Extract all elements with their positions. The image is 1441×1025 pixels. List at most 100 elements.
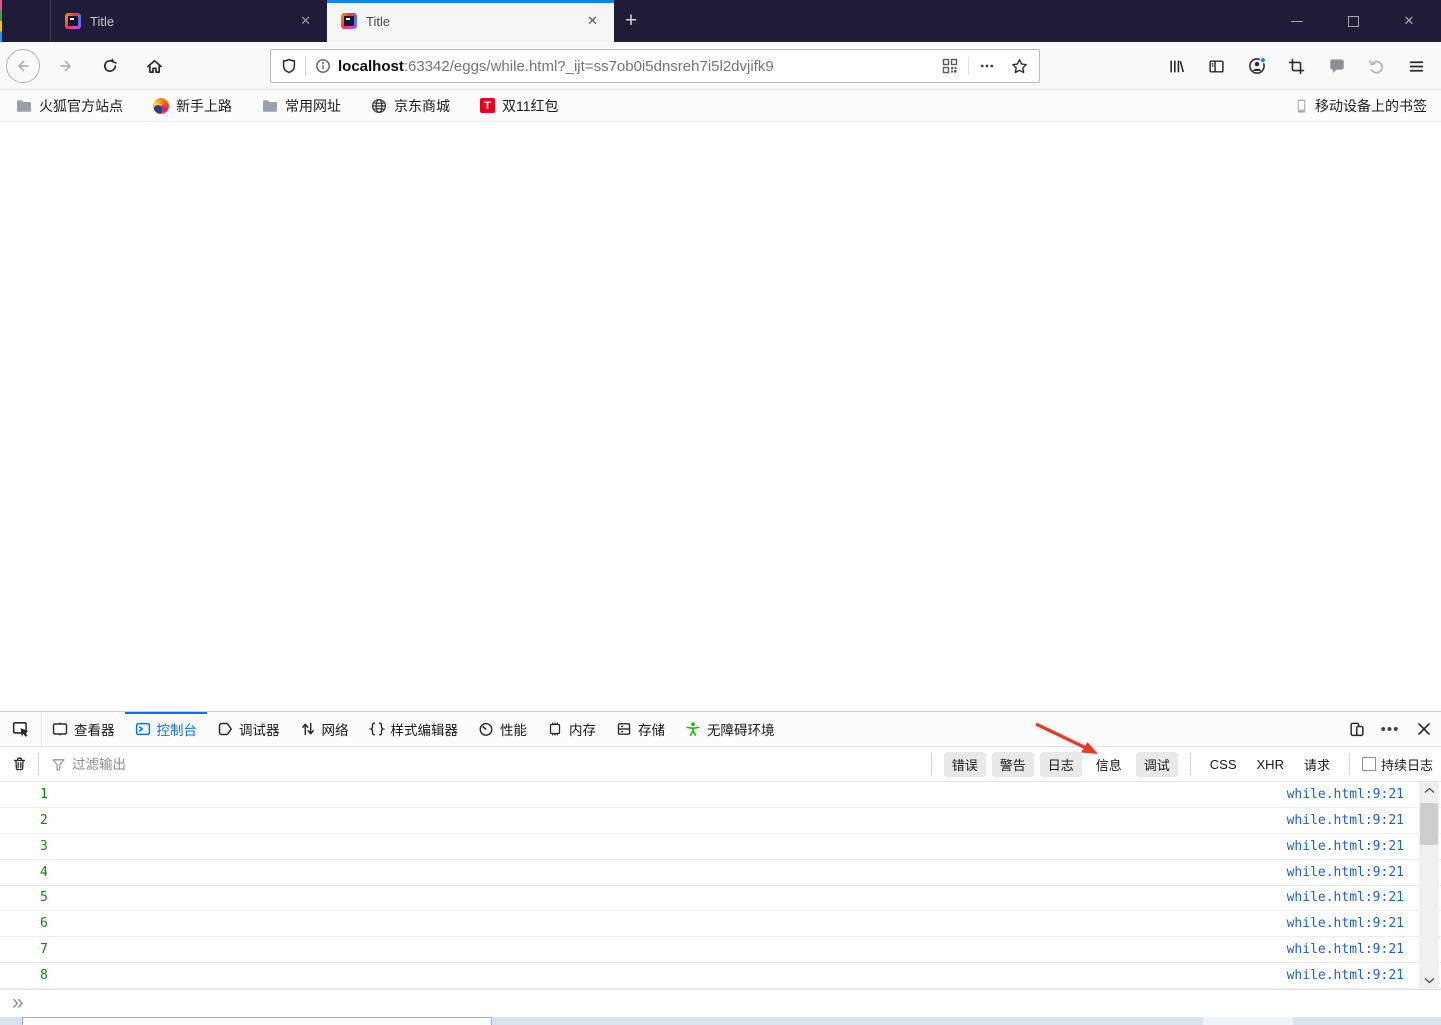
clear-console-button[interactable]	[0, 747, 38, 781]
undo-extension-button[interactable]	[1360, 48, 1393, 84]
devtools-tab-console[interactable]: 控制台	[124, 712, 208, 746]
console-icon	[135, 722, 150, 736]
filter-toggle-group: 错误 警告 日志 信息 调试 CSS XHR 请求 持续日志	[925, 751, 1441, 777]
library-button[interactable]	[1160, 48, 1193, 84]
menu-button[interactable]	[1400, 48, 1433, 84]
filter-toggle-info[interactable]: 信息	[1088, 752, 1130, 777]
filter-toggle-xhr[interactable]: XHR	[1250, 754, 1291, 775]
devtools-menu-button[interactable]: •••	[1373, 712, 1407, 746]
tab-close-icon[interactable]: ✕	[294, 11, 317, 31]
back-button[interactable]	[6, 49, 40, 83]
url-path: :63342/eggs/while.html?_ijt=ss7ob0i5dnsr…	[403, 57, 774, 75]
browser-tab-1[interactable]: Title ✕	[50, 0, 327, 42]
tab-title: Title	[366, 13, 391, 29]
forward-button[interactable]	[48, 48, 84, 84]
persist-logs-checkbox[interactable]	[1361, 757, 1376, 771]
tab-strip: Title ✕ Title ✕ +	[50, 0, 648, 42]
devtools-tab-label: 无障碍环境	[707, 723, 775, 738]
log-source-link[interactable]: while.html:9:21	[1287, 813, 1404, 828]
group-separator	[1348, 753, 1350, 775]
scrollbar-thumb[interactable]	[1420, 803, 1438, 845]
scroll-down-icon[interactable]	[1419, 972, 1439, 989]
console-log-row: 3 while.html:9:21	[0, 834, 1441, 860]
inspector-icon	[52, 722, 68, 736]
filterbar-separator	[38, 753, 39, 775]
crop-icon	[1288, 58, 1305, 74]
bookmark-label: 双11红包	[502, 97, 559, 114]
close-window-button[interactable]: ✕	[1381, 0, 1437, 42]
account-button[interactable]	[1240, 48, 1273, 84]
bookmark-shuang11[interactable]: T 双11红包	[478, 93, 561, 119]
log-source-link[interactable]: while.html:9:21	[1287, 865, 1404, 880]
devtools-tab-memory[interactable]: 内存	[537, 712, 606, 746]
filter-toggle-debug[interactable]: 调试	[1135, 751, 1178, 777]
browser-tab-2-active[interactable]: Title ✕	[327, 0, 614, 42]
responsive-design-icon	[1349, 722, 1364, 736]
console-input-row[interactable]: »	[0, 989, 1441, 1017]
filter-toggle-errors[interactable]: 错误	[943, 751, 986, 777]
log-source-link[interactable]: while.html:9:21	[1287, 839, 1404, 854]
log-source-link[interactable]: while.html:9:21	[1287, 968, 1404, 983]
log-value: 6	[40, 916, 48, 932]
persist-logs-control[interactable]: 持续日志	[1361, 755, 1433, 774]
storage-drawer-icon	[617, 723, 631, 735]
devtools-tab-label: 内存	[569, 723, 596, 738]
devtools-tab-label: 样式编辑器	[390, 723, 459, 738]
sidebars-button[interactable]	[1200, 48, 1233, 84]
bookmark-folder-changyong[interactable]: 常用网址	[260, 93, 343, 119]
minimize-icon	[1291, 20, 1303, 22]
persist-logs-label: 持续日志	[1380, 757, 1433, 773]
element-picker-button[interactable]	[0, 712, 42, 746]
home-button[interactable]	[136, 48, 172, 84]
tab-close-icon[interactable]: ✕	[581, 11, 604, 31]
site-info-icon[interactable]	[306, 58, 338, 74]
bookmark-jingdong[interactable]: 京东商城	[369, 93, 452, 119]
filter-toggle-warnings[interactable]: 警告	[991, 751, 1034, 777]
back-icon	[18, 60, 29, 72]
reload-button[interactable]	[92, 48, 128, 84]
qr-code-page-action-icon[interactable]	[936, 52, 964, 80]
scroll-up-icon[interactable]	[1419, 782, 1439, 799]
tracking-shield-icon[interactable]	[271, 58, 305, 74]
mobile-phone-icon	[1297, 99, 1306, 113]
url-bar[interactable]: localhost:63342/eggs/while.html?_ijt=ss7…	[270, 49, 1040, 83]
url-text[interactable]: localhost:63342/eggs/while.html?_ijt=ss7…	[338, 58, 936, 75]
screenshot-button[interactable]	[1280, 48, 1313, 84]
new-tab-button[interactable]: +	[614, 0, 648, 42]
log-value: 5	[40, 890, 48, 906]
mobile-bookmarks[interactable]: 移动设备上的书签	[1294, 90, 1427, 122]
devtools-tab-accessibility[interactable]: 无障碍环境	[675, 712, 785, 746]
url-host: localhost	[338, 57, 404, 75]
page-actions-menu-icon[interactable]	[973, 52, 1001, 80]
log-source-link[interactable]: while.html:9:21	[1287, 787, 1404, 802]
filter-toggle-css[interactable]: CSS	[1203, 754, 1244, 775]
filter-toggle-logs[interactable]: 日志	[1039, 751, 1082, 777]
responsive-design-button[interactable]	[1339, 712, 1373, 746]
maximize-button[interactable]	[1325, 0, 1381, 42]
console-scrollbar[interactable]	[1419, 782, 1439, 989]
devtools-tab-performance[interactable]: 性能	[468, 712, 537, 746]
log-source-link[interactable]: while.html:9:21	[1287, 942, 1404, 957]
devtools-toolbar: 查看器 控制台 调试器 网络 样式编辑器 性能 内存 存储 无障碍环境 •••	[0, 712, 1441, 747]
globe-icon	[371, 98, 387, 113]
devtools-tab-debugger[interactable]: 调试器	[207, 712, 290, 746]
devtools-tab-style-editor[interactable]: 样式编辑器	[359, 712, 469, 746]
devtools-tab-inspector[interactable]: 查看器	[42, 712, 125, 746]
log-source-link[interactable]: while.html:9:21	[1287, 916, 1404, 931]
bookmark-star-icon[interactable]	[1005, 52, 1033, 80]
minimize-button[interactable]	[1269, 0, 1325, 42]
comment-extension-button[interactable]	[1320, 48, 1353, 84]
filter-output-input[interactable]	[72, 756, 925, 772]
group-separator	[930, 753, 932, 775]
devtools-tab-network[interactable]: 网络	[290, 712, 359, 746]
filter-toggle-requests[interactable]: 请求	[1297, 752, 1337, 777]
log-value: 7	[40, 942, 48, 958]
braces-icon	[368, 722, 385, 736]
log-source-link[interactable]: while.html:9:21	[1287, 890, 1404, 905]
bookmark-folder-huohu[interactable]: 火狐官方站点	[14, 93, 125, 119]
bookmarks-toolbar: 火狐官方站点 新手上路 常用网址 京东商城 T 双11红包 移动设备上的书签	[0, 90, 1441, 122]
devtools-tab-label: 调试器	[239, 723, 280, 738]
devtools-tab-storage[interactable]: 存储	[606, 712, 675, 746]
devtools-close-button[interactable]	[1407, 712, 1441, 746]
bookmark-xinshou[interactable]: 新手上路	[151, 93, 234, 119]
